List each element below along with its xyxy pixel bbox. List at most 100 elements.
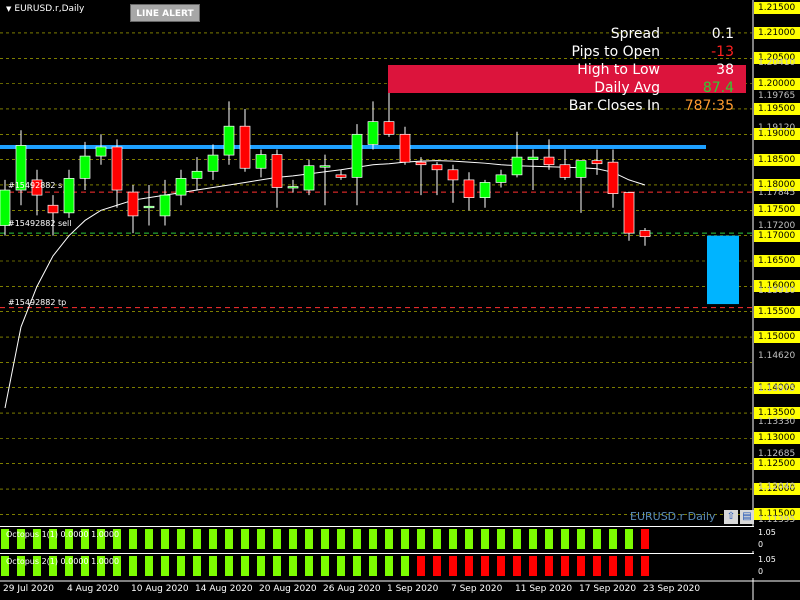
candle-body [191, 170, 203, 179]
candle-body [271, 154, 283, 188]
candle-body [159, 194, 171, 217]
indicator-bar [513, 529, 521, 549]
dropdown-triangle-icon: ▼ [6, 5, 12, 13]
candle [111, 139, 123, 208]
indicator-bar [593, 529, 601, 549]
indicator-bar [353, 556, 361, 576]
candle [575, 160, 587, 213]
info-row: Bar Closes In 787:35 [520, 98, 740, 116]
indicator-bar [577, 556, 585, 576]
info-value: 0.1 [711, 26, 734, 42]
indicator-bar [609, 529, 617, 549]
indicator-bar [209, 556, 217, 576]
candle [543, 139, 555, 170]
target-zone-box [707, 235, 739, 305]
candle-body [639, 230, 651, 238]
candle-body [95, 146, 107, 157]
indicator-window-2[interactable]: Octopus 2(1) 0.0000 1.0000 [0, 553, 754, 578]
info-value: 87.4 [702, 80, 734, 96]
candle [79, 141, 91, 191]
footer-symbol-text: EURUSD.r Daily [630, 510, 716, 523]
info-row: Spread 0.1 [520, 26, 740, 44]
indicator-bar [593, 556, 601, 576]
indicator-bar [129, 556, 137, 576]
price-axis-tick: 1.19765 [758, 90, 796, 101]
candle [271, 149, 283, 208]
candle-body [175, 178, 187, 196]
candle [95, 134, 107, 165]
price-axis-tick: 1.15910 [758, 285, 796, 296]
settings-icon[interactable]: ▤ [740, 510, 754, 524]
date-axis-label: 26 Aug 2020 [323, 584, 381, 594]
candle-body [207, 154, 219, 172]
indicator-bar [497, 529, 505, 549]
indicator-bar [385, 529, 393, 549]
candle [591, 149, 603, 175]
indicator-bar [321, 556, 329, 576]
up-arrow-icon[interactable]: ⇧ [724, 510, 738, 524]
indicator-bar [337, 556, 345, 576]
candle [287, 179, 299, 193]
indicator-bar [273, 556, 281, 576]
indicator-2-scale-bottom: 0 [758, 567, 764, 576]
candle-body [527, 156, 539, 160]
price-axis-tick: 1.13975 [758, 383, 796, 394]
candle-body [351, 133, 363, 178]
date-axis-label: 4 Aug 2020 [67, 584, 119, 594]
candle [479, 179, 491, 208]
candle [31, 169, 43, 216]
candle-body [591, 160, 603, 165]
indicator-bar [289, 529, 297, 549]
candle [303, 159, 315, 196]
candle-body [111, 146, 123, 191]
candle-body [239, 125, 251, 169]
info-label: Spread [610, 26, 660, 42]
candle-body [495, 174, 507, 183]
price-axis-tick: 1.12685 [758, 449, 796, 460]
candle-body [511, 156, 523, 176]
date-axis-label: 29 Jul 2020 [3, 584, 54, 594]
info-value: -13 [711, 44, 734, 60]
price-axis-label: 1.21000 [754, 26, 800, 39]
candle-body [447, 169, 459, 181]
indicator-bar [465, 529, 473, 549]
candle-body [575, 160, 587, 178]
chart-window[interactable]: ▼ EURUSD.r,Daily LINE ALERT Spread 0.1 Pips… [0, 0, 800, 600]
price-axis-label: 1.20000 [754, 77, 800, 90]
indicator-bar [561, 556, 569, 576]
date-axis-label: 7 Sep 2020 [451, 584, 503, 594]
price-axis-label: 1.17000 [754, 229, 800, 242]
candle-body [399, 133, 411, 163]
indicator-bar [417, 529, 425, 549]
line-alert-button[interactable]: LINE ALERT [130, 4, 200, 22]
indicator-window-1[interactable]: Octopus 1(1) 0.0000 1.0000 [0, 526, 754, 551]
price-axis-label: 1.21500 [754, 1, 800, 14]
candle-body [127, 191, 139, 217]
indicator-bar [545, 556, 553, 576]
price-axis-label: 1.16500 [754, 255, 800, 267]
indicator-bar [481, 556, 489, 576]
indicator-bar [497, 556, 505, 576]
date-axis-label: 10 Aug 2020 [131, 584, 189, 594]
candle [527, 149, 539, 191]
indicator-bar [161, 529, 169, 549]
candle [367, 101, 379, 150]
indicator-bar [625, 556, 633, 576]
indicator-1-scale-top: 1.05 [758, 528, 776, 537]
info-label: Daily Avg [594, 80, 660, 96]
candle [159, 179, 171, 226]
candle-body [431, 164, 443, 171]
candle [15, 130, 27, 206]
indicator-bar [321, 529, 329, 549]
candle [223, 101, 235, 165]
candle [351, 124, 363, 206]
info-label: Pips to Open [571, 44, 660, 60]
indicator-bar [433, 556, 441, 576]
candle-body [479, 182, 491, 199]
price-axis-tick: 1.12040 [758, 482, 796, 493]
indicator-bar [449, 556, 457, 576]
indicator-bar [177, 529, 185, 549]
candle [463, 172, 475, 211]
candle-body [79, 155, 91, 179]
info-value: 787:35 [684, 98, 734, 114]
